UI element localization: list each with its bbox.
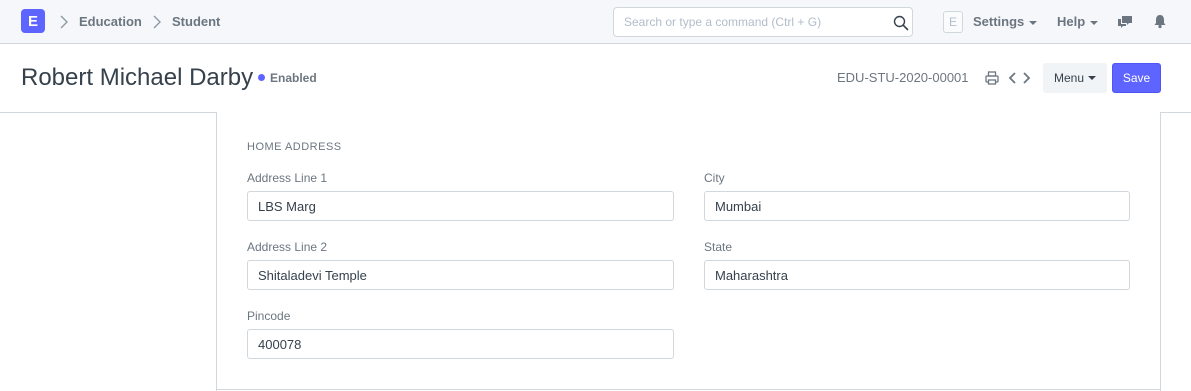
chevron-right-icon[interactable]	[1020, 70, 1034, 86]
address-line-1-label: Address Line 1	[247, 171, 328, 185]
help-dropdown[interactable]: Help	[1057, 14, 1099, 30]
caret-down-icon	[1029, 20, 1038, 25]
address-line-2-field[interactable]	[247, 260, 674, 290]
menu-button[interactable]: Menu	[1043, 63, 1107, 93]
chevron-left-icon[interactable]	[1005, 70, 1019, 86]
document-name: EDU-STU-2020-00001	[837, 70, 969, 85]
pincode-field[interactable]	[247, 329, 674, 359]
caret-down-icon	[1088, 76, 1097, 80]
status-indicator: Enabled	[258, 70, 317, 86]
settings-dropdown[interactable]: Settings	[973, 14, 1038, 30]
status-label: Enabled	[270, 71, 317, 85]
search-icon[interactable]	[893, 15, 909, 31]
navbar: E Education Student E Settings Help	[0, 0, 1191, 44]
pincode-label: Pincode	[247, 309, 291, 323]
printer-icon[interactable]	[985, 70, 999, 86]
chevron-right-icon	[60, 15, 68, 29]
user-avatar[interactable]: E	[943, 11, 963, 33]
menu-button-label: Menu	[1053, 71, 1085, 85]
caret-down-icon	[1090, 20, 1099, 25]
section-divider	[216, 389, 1161, 390]
page-title: Robert Michael Darby	[21, 64, 254, 91]
state-field[interactable]	[704, 260, 1130, 290]
breadcrumb-student[interactable]: Student	[172, 14, 220, 30]
chevron-right-icon	[153, 15, 161, 29]
chat-icon[interactable]	[1117, 13, 1133, 29]
save-button[interactable]: Save	[1112, 63, 1161, 93]
status-dot	[258, 74, 265, 81]
settings-label: Settings	[973, 14, 1025, 29]
breadcrumb-education[interactable]: Education	[79, 14, 142, 30]
app-logo[interactable]: E	[21, 9, 45, 33]
address-line-1-field[interactable]	[247, 191, 674, 221]
section-title: HOME ADDRESS	[247, 141, 342, 153]
city-label: City	[704, 171, 725, 185]
state-label: State	[704, 240, 733, 254]
address-line-2-label: Address Line 2	[247, 240, 328, 254]
search-bar	[613, 7, 913, 37]
bell-icon[interactable]	[1152, 13, 1168, 29]
city-field[interactable]	[704, 191, 1130, 221]
search-input[interactable]	[614, 8, 884, 36]
help-label: Help	[1057, 14, 1086, 29]
